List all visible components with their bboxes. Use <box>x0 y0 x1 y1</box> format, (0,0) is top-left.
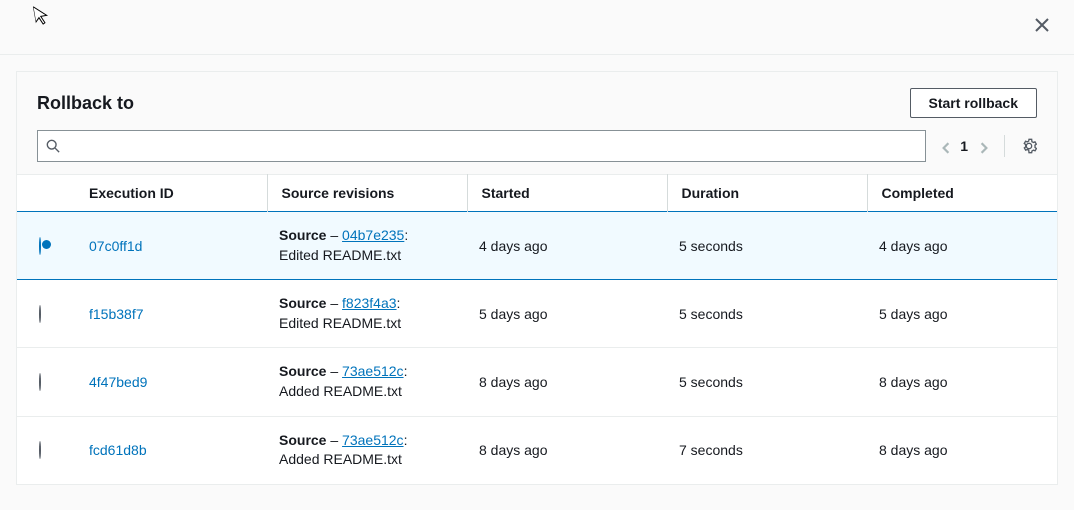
panel-header: Rollback to Start rollback <box>17 72 1057 130</box>
commit-link[interactable]: 73ae512c <box>342 432 404 448</box>
table-row[interactable]: 07c0ff1d Source – 04b7e235: Edited README.… <box>17 212 1057 280</box>
source-label: Source <box>279 295 326 311</box>
execution-id-link[interactable]: f15b38f7 <box>89 306 144 322</box>
header-started: Started <box>467 175 667 212</box>
header-select <box>17 175 77 212</box>
source-sep: – <box>326 363 342 379</box>
completed-cell: 4 days ago <box>867 212 1057 280</box>
duration-cell: 5 seconds <box>667 348 867 416</box>
completed-cell: 5 days ago <box>867 280 1057 348</box>
execution-id-link[interactable]: fcd61d8b <box>89 442 147 458</box>
source-label: Source <box>279 363 326 379</box>
started-cell: 8 days ago <box>467 348 667 416</box>
source-sep: – <box>326 295 342 311</box>
started-cell: 5 days ago <box>467 280 667 348</box>
table-row[interactable]: fcd61d8b Source – 73ae512c: Added README.t… <box>17 416 1057 484</box>
duration-cell: 5 seconds <box>667 212 867 280</box>
header-source-revisions: Source revisions <box>267 175 467 212</box>
rollback-panel: Rollback to Start rollback 1 <box>16 71 1058 485</box>
commit-link[interactable]: f823f4a3 <box>342 295 397 311</box>
row-radio[interactable] <box>39 373 41 391</box>
prev-page-icon[interactable] <box>940 141 950 151</box>
gear-icon[interactable] <box>1021 138 1037 154</box>
commit-message: Edited README.txt <box>279 314 455 334</box>
colon: : <box>404 363 408 379</box>
source-label: Source <box>279 432 326 448</box>
commit-link[interactable]: 04b7e235 <box>342 227 404 243</box>
colon: : <box>404 227 408 243</box>
header-execution-id: Execution ID <box>77 175 267 212</box>
started-cell: 8 days ago <box>467 416 667 484</box>
rollback-modal: Rollback to Start rollback 1 <box>0 0 1074 510</box>
source-sep: – <box>326 227 342 243</box>
next-page-icon[interactable] <box>978 141 988 151</box>
controls-row: 1 <box>17 130 1057 174</box>
commit-message: Edited README.txt <box>279 246 455 266</box>
commit-message: Added README.txt <box>279 382 455 402</box>
completed-cell: 8 days ago <box>867 348 1057 416</box>
colon: : <box>404 432 408 448</box>
table-header-row: Execution ID Source revisions Started Du… <box>17 175 1057 212</box>
row-radio[interactable] <box>39 305 41 323</box>
colon: : <box>397 295 401 311</box>
execution-id-link[interactable]: 4f47bed9 <box>89 374 147 390</box>
source-label: Source <box>279 227 326 243</box>
table-row[interactable]: f15b38f7 Source – f823f4a3: Edited README.… <box>17 280 1057 348</box>
panel-title: Rollback to <box>37 93 134 114</box>
executions-table: Execution ID Source revisions Started Du… <box>17 174 1057 484</box>
duration-cell: 5 seconds <box>667 280 867 348</box>
search-icon <box>46 139 60 153</box>
source-sep: – <box>326 432 342 448</box>
divider <box>1004 135 1005 157</box>
pagination: 1 <box>940 138 988 154</box>
header-duration: Duration <box>667 175 867 212</box>
search-field[interactable] <box>37 130 926 162</box>
table-row[interactable]: 4f47bed9 Source – 73ae512c: Added README.t… <box>17 348 1057 416</box>
close-icon[interactable] <box>1034 17 1050 37</box>
header-completed: Completed <box>867 175 1057 212</box>
started-cell: 4 days ago <box>467 212 667 280</box>
completed-cell: 8 days ago <box>867 416 1057 484</box>
row-radio[interactable] <box>39 441 41 459</box>
duration-cell: 7 seconds <box>667 416 867 484</box>
row-radio[interactable] <box>39 237 41 255</box>
execution-id-link[interactable]: 07c0ff1d <box>89 238 142 254</box>
start-rollback-button[interactable]: Start rollback <box>910 88 1037 118</box>
modal-topbar <box>0 0 1074 55</box>
search-input[interactable] <box>66 137 917 155</box>
commit-link[interactable]: 73ae512c <box>342 363 404 379</box>
page-number: 1 <box>960 138 968 154</box>
commit-message: Added README.txt <box>279 450 455 470</box>
